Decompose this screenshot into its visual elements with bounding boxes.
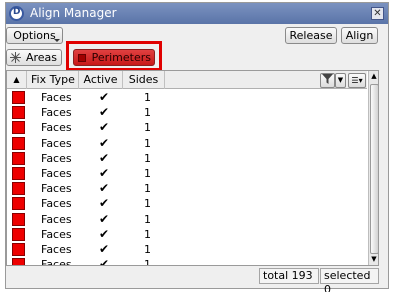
scroll-up-icon[interactable]: ▲ (369, 71, 378, 82)
close-icon[interactable]: ✕ (371, 7, 384, 20)
table-row[interactable]: Faces ✔ 1 (7, 196, 367, 211)
column-header-fix-type[interactable]: Fix Type (27, 71, 79, 89)
active-checkbox[interactable]: ✔ (99, 166, 109, 181)
color-swatch[interactable] (12, 91, 25, 104)
cell-sides: 1 (144, 212, 151, 226)
color-swatch[interactable] (12, 182, 25, 196)
color-swatch[interactable] (12, 242, 25, 256)
fixes-table: ▲ Fix Type Active Sides ▼ ☰▾ Faces ✔ 1 Face… (6, 70, 379, 266)
cell-fix-type: Faces (41, 151, 72, 165)
table-row[interactable]: Faces ✔ 1 (7, 212, 367, 227)
active-checkbox[interactable]: ✔ (99, 212, 109, 227)
title-bar[interactable]: Align Manager ✕ (6, 3, 388, 24)
cell-fix-type: Faces (41, 91, 72, 104)
tab-perimeters[interactable]: Perimeters (73, 49, 155, 66)
cell-sides: 1 (144, 166, 151, 180)
active-checkbox[interactable]: ✔ (99, 257, 109, 265)
scroll-down-icon[interactable]: ▼ (369, 254, 378, 265)
table-row[interactable]: Faces ✔ 1 (7, 120, 367, 135)
tab-areas-label: Areas (25, 51, 57, 64)
vertical-scrollbar[interactable]: ▲ ▼ (368, 71, 378, 265)
cell-sides: 1 (144, 242, 151, 256)
options-button[interactable]: Options (6, 27, 63, 44)
sort-arrow-icon[interactable]: ▲ (7, 71, 27, 89)
active-checkbox[interactable]: ✔ (99, 90, 109, 105)
cell-sides: 1 (144, 106, 151, 120)
cell-fix-type: Faces (41, 106, 72, 120)
filter-funnel-icon[interactable] (320, 73, 335, 88)
status-bar: total 193 selected 0 (6, 268, 379, 292)
column-chooser-icon[interactable]: ☰▾ (348, 73, 366, 88)
color-swatch[interactable] (12, 166, 25, 180)
cell-fix-type: Faces (41, 212, 72, 226)
active-checkbox[interactable]: ✔ (99, 136, 109, 151)
active-checkbox[interactable]: ✔ (99, 242, 109, 257)
table-row[interactable]: Faces ✔ 1 (7, 181, 367, 196)
color-swatch[interactable] (12, 121, 25, 135)
selected-count: selected 0 (320, 268, 379, 292)
cell-fix-type: Faces (41, 166, 72, 180)
cell-sides: 1 (144, 227, 151, 241)
color-swatch[interactable] (12, 136, 25, 150)
table-row[interactable]: Faces ✔ 1 (7, 90, 367, 105)
table-body: Faces ✔ 1 Faces ✔ 1 Faces ✔ 1 Faces ✔ 1 Faces ✔ 1 Faces… (7, 90, 367, 266)
tab-areas[interactable]: Areas (6, 49, 62, 66)
table-row[interactable]: Faces ✔ 1 (7, 136, 367, 151)
cell-sides: 1 (144, 121, 151, 135)
scroll-thumb[interactable] (370, 84, 378, 254)
color-swatch[interactable] (12, 197, 25, 211)
table-header: ▲ Fix Type Active Sides ▼ ☰▾ (7, 71, 367, 89)
color-swatch[interactable] (12, 227, 25, 241)
active-checkbox[interactable]: ✔ (99, 151, 109, 166)
cell-sides: 1 (144, 258, 151, 266)
cell-fix-type: Faces (41, 258, 72, 266)
options-label: Options (13, 29, 56, 42)
align-button[interactable]: Align (341, 27, 378, 44)
table-row[interactable]: Faces ✔ 1 (7, 166, 367, 181)
cell-fix-type: Faces (41, 182, 72, 196)
tab-perimeters-label: Perimeters (91, 51, 151, 64)
table-row[interactable]: Faces ✔ 1 (7, 227, 367, 242)
cell-fix-type: Faces (41, 121, 72, 135)
sparkle-icon (10, 52, 21, 63)
cell-fix-type: Faces (41, 227, 72, 241)
app-logo-icon (9, 6, 24, 21)
cell-fix-type: Faces (41, 197, 72, 211)
color-swatch[interactable] (12, 212, 25, 226)
total-count: total 193 (259, 268, 319, 284)
column-header-sides[interactable]: Sides (123, 71, 165, 89)
table-row[interactable]: Faces ✔ 1 (7, 242, 367, 257)
color-swatch[interactable] (12, 258, 25, 265)
table-row[interactable]: Faces ✔ 1 (7, 151, 367, 166)
table-row[interactable]: Faces ✔ 1 (7, 257, 367, 266)
cell-sides: 1 (144, 182, 151, 196)
color-swatch[interactable] (12, 151, 25, 165)
color-swatch[interactable] (12, 106, 25, 120)
dropdown-arrow-icon (54, 39, 60, 42)
cell-sides: 1 (144, 136, 151, 150)
active-checkbox[interactable]: ✔ (99, 181, 109, 196)
cell-sides: 1 (144, 91, 151, 104)
cell-sides: 1 (144, 197, 151, 211)
active-checkbox[interactable]: ✔ (99, 227, 109, 242)
table-row[interactable]: Faces ✔ 1 (7, 105, 367, 120)
window-title: Align Manager (30, 6, 117, 20)
cell-fix-type: Faces (41, 242, 72, 256)
column-header-active[interactable]: Active (79, 71, 123, 89)
release-button[interactable]: Release (285, 27, 337, 44)
active-checkbox[interactable]: ✔ (99, 120, 109, 135)
filter-dropdown-icon[interactable]: ▼ (335, 73, 346, 88)
active-checkbox[interactable]: ✔ (99, 196, 109, 211)
active-checkbox[interactable]: ✔ (99, 105, 109, 120)
red-square-icon (78, 54, 86, 62)
cell-sides: 1 (144, 151, 151, 165)
cell-fix-type: Faces (41, 136, 72, 150)
